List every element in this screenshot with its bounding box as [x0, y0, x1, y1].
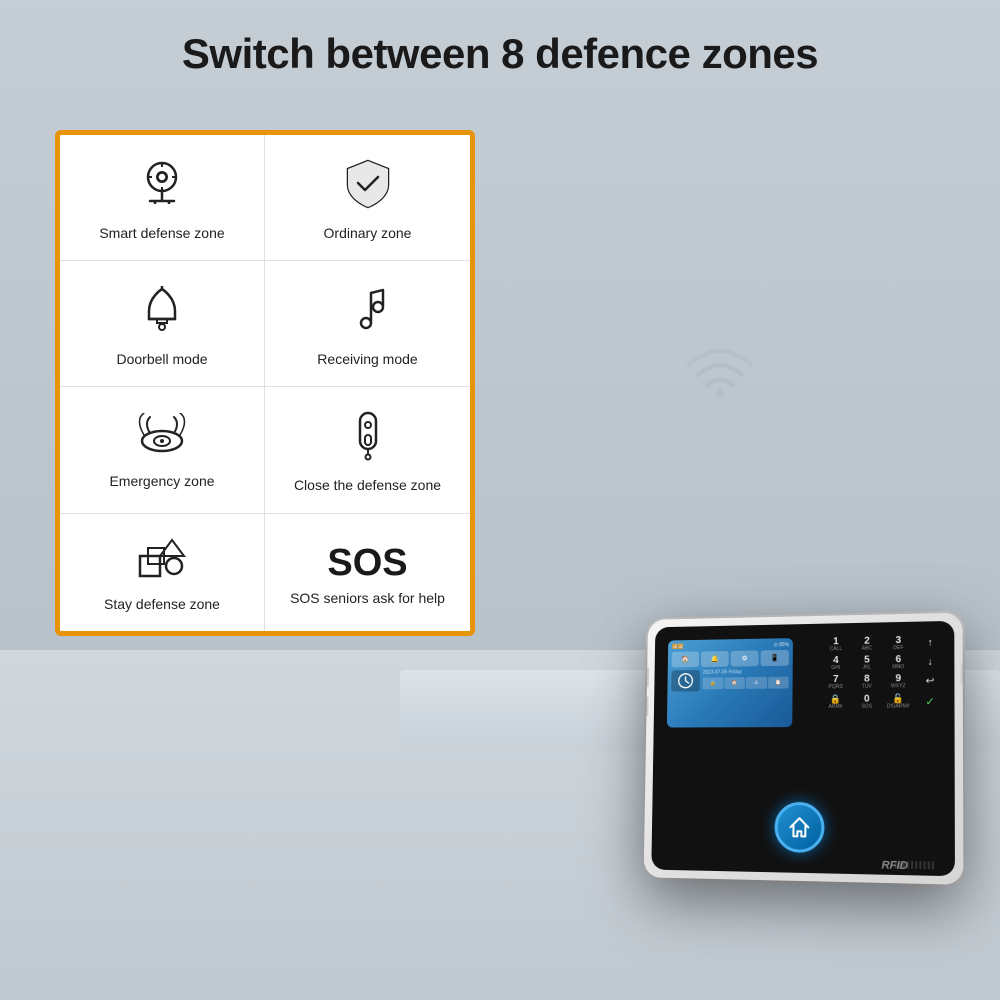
bell-icon [137, 283, 187, 342]
zone-smart-defense: Smart defense zone [60, 135, 265, 261]
key-fob-icon [348, 409, 388, 468]
key-3[interactable]: 3 DEF [885, 636, 912, 652]
shapes-icon [136, 536, 188, 587]
key-7[interactable]: 7 PQRS [822, 675, 849, 690]
security-device: 📶📶 ⊙ 85% 🏠 🔔 ⚙ 📱 [644, 613, 964, 885]
zone-emergency: Emergency zone [60, 387, 265, 513]
device-body: 📶📶 ⊙ 85% 🏠 🔔 ⚙ 📱 [644, 613, 964, 885]
key-8[interactable]: 8 TUV [853, 674, 880, 689]
shield-icon [343, 157, 393, 216]
emergency-label: Emergency zone [109, 472, 214, 490]
device-panel: 📶📶 ⊙ 85% 🏠 🔔 ⚙ 📱 [651, 621, 955, 876]
key-4[interactable]: 4 GHI [822, 656, 849, 671]
music-note-icon [343, 283, 393, 342]
zone-close-defense: Close the defense zone [265, 387, 470, 513]
key-down[interactable]: ↓ [916, 654, 944, 670]
zone-doorbell: Doorbell mode [60, 261, 265, 387]
zone-receiving: Receiving mode [265, 261, 470, 387]
close-defense-label: Close the defense zone [294, 476, 441, 494]
stay-defense-label: Stay defense zone [104, 595, 220, 613]
key-2[interactable]: 2 ABC [853, 636, 880, 651]
wifi-icon [670, 320, 770, 405]
key-5[interactable]: 5 JKL [853, 655, 880, 670]
sos-icon: SOS [327, 542, 407, 585]
rfid-label: RFID [881, 859, 907, 872]
page-title: Switch between 8 defence zones [0, 30, 1000, 78]
zone-sos: SOS SOS seniors ask for help [265, 514, 470, 631]
brain-gear-icon [136, 157, 188, 216]
zones-grid: Smart defense zone Ordinary zone [60, 135, 470, 631]
key-arm[interactable]: 🔒 ARM# [822, 694, 849, 710]
zone-stay-defense: Stay defense zone [60, 514, 265, 631]
key-6[interactable]: 6 MNO [885, 655, 913, 670]
keypad: 1 CALL 2 ABC 3 DEF ↑ [822, 635, 944, 710]
key-0[interactable]: 0 SOS [853, 694, 880, 710]
sos-label: SOS seniors ask for help [290, 589, 445, 607]
home-button[interactable] [774, 802, 824, 853]
key-up[interactable]: ↑ [916, 635, 944, 651]
doorbell-label: Doorbell mode [116, 350, 207, 368]
key-9[interactable]: 9 WXYZ [885, 674, 913, 689]
key-disarm[interactable]: 🔓 DISARM# [884, 693, 912, 709]
zone-ordinary: Ordinary zone [265, 135, 470, 261]
key-1[interactable]: 1 CALL [822, 637, 849, 652]
device-screen: 📶📶 ⊙ 85% 🏠 🔔 ⚙ 📱 [667, 638, 793, 727]
key-back[interactable]: ↩ [916, 674, 944, 690]
smoke-detector-icon [136, 413, 188, 464]
smart-defense-label: Smart defense zone [99, 224, 224, 242]
info-card: Smart defense zone Ordinary zone [55, 130, 475, 636]
key-confirm[interactable]: ✓ [916, 693, 944, 709]
receiving-label: Receiving mode [317, 350, 417, 368]
ordinary-label: Ordinary zone [324, 224, 412, 242]
